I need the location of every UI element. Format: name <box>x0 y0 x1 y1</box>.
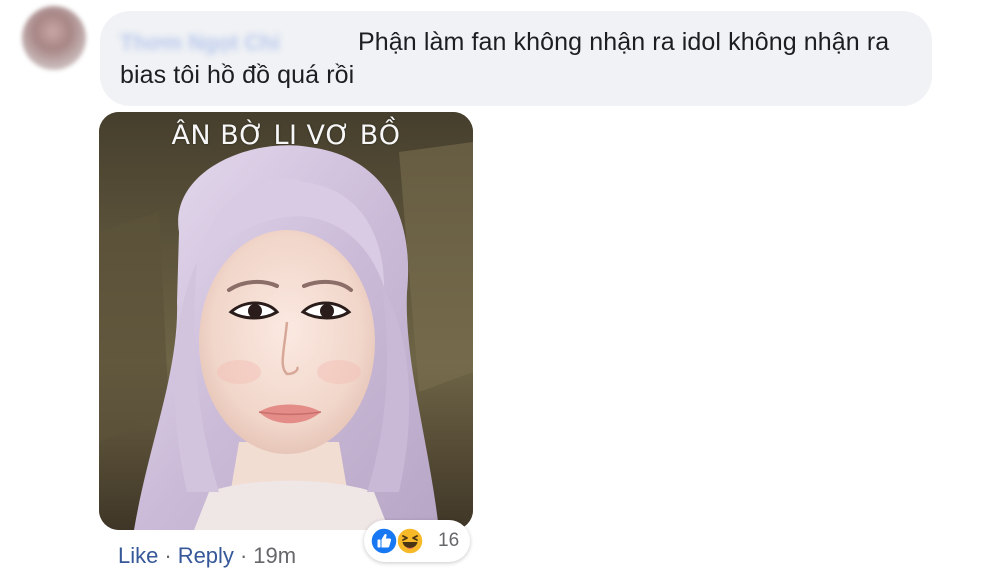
comment-image[interactable]: ÂN BỜ LI VƠ BỒ <box>99 112 473 530</box>
comment: Thơm Ngọt Chi Phận làm fan không nhận ra… <box>0 0 1000 578</box>
comment-text: Phận làm fan không nhận ra idol không nh… <box>120 28 890 89</box>
haha-icon <box>396 527 424 555</box>
comment-bubble: Thơm Ngọt Chi Phận làm fan không nhận ra… <box>100 11 932 106</box>
meme-photo <box>99 112 473 530</box>
like-icon <box>370 527 398 555</box>
meme-caption: ÂN BỜ LI VƠ BỒ <box>171 120 401 151</box>
reply-link[interactable]: Reply <box>178 543 234 568</box>
separator-dot: · <box>164 543 172 568</box>
reaction-count: 16 <box>438 530 460 551</box>
avatar[interactable] <box>22 6 86 70</box>
comment-actions: Like · Reply · 19m <box>118 542 296 570</box>
like-link[interactable]: Like <box>118 543 158 568</box>
timestamp[interactable]: 19m <box>253 543 296 568</box>
separator-dot: · <box>239 543 248 568</box>
reactions-summary[interactable]: 16 <box>364 520 470 562</box>
